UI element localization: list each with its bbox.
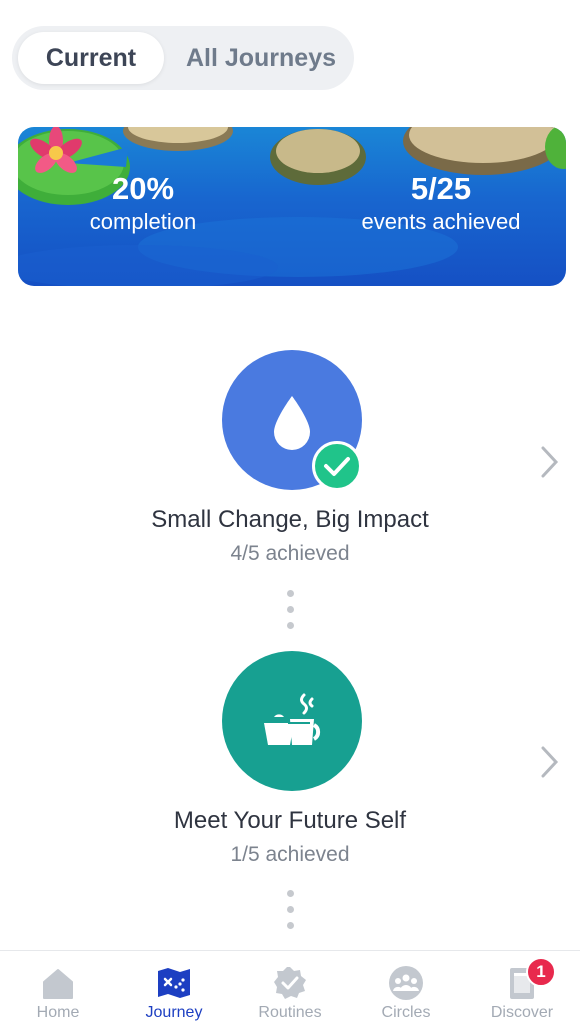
- journey-icon-circle: [222, 651, 362, 791]
- home-icon: [43, 969, 73, 999]
- chevron-right-icon[interactable]: [536, 442, 562, 482]
- journey-connector: [287, 590, 295, 638]
- notification-badge: 1: [526, 957, 556, 987]
- completion-label: completion: [89, 209, 197, 234]
- circles-group-icon: [389, 966, 423, 1000]
- progress-banner: 20% completion 5/25 events achieved: [18, 127, 566, 286]
- journey-segmented-control: Current All Journeys: [12, 26, 354, 90]
- checkmark-icon: [324, 457, 350, 476]
- nav-home[interactable]: Home: [0, 951, 116, 1026]
- completion-stat: 20% completion: [78, 171, 208, 237]
- journey-progress: 4/5 achieved: [230, 542, 350, 565]
- tea-cup-icon: [264, 693, 321, 745]
- events-value: 5/25: [410, 171, 472, 206]
- journey-connector: [287, 890, 295, 938]
- nav-discover[interactable]: 1 Discover: [464, 951, 580, 1026]
- routines-check-icon: [274, 967, 306, 999]
- nav-label: Routines: [258, 1004, 322, 1021]
- nav-circles[interactable]: Circles: [348, 951, 464, 1026]
- nav-label: Circles: [381, 1004, 431, 1021]
- journey-title: Meet Your Future Self: [173, 807, 407, 834]
- journey-item[interactable]: Meet Your Future Self 1/5 achieved: [0, 0, 580, 866]
- tab-current[interactable]: Current: [18, 32, 164, 84]
- bottom-nav: Home Journey Routines Circles 1 Discover: [0, 950, 580, 1026]
- nav-label: Home: [36, 1004, 80, 1021]
- tab-all-journeys[interactable]: All Journeys: [170, 32, 352, 84]
- journey-map-icon: [158, 968, 190, 998]
- events-label: events achieved: [361, 209, 521, 234]
- nav-label: Journey: [145, 1004, 203, 1021]
- chevron-right-icon[interactable]: [536, 742, 562, 782]
- nav-label: Discover: [490, 1004, 554, 1021]
- nav-journey[interactable]: Journey: [116, 951, 232, 1026]
- completion-value: 20%: [111, 171, 175, 206]
- nav-routines[interactable]: Routines: [232, 951, 348, 1026]
- events-stat: 5/25 events achieved: [338, 171, 544, 237]
- completed-check-badge: [312, 441, 362, 491]
- journey-progress: 1/5 achieved: [230, 843, 350, 866]
- journey-title: Small Change, Big Impact: [151, 506, 429, 533]
